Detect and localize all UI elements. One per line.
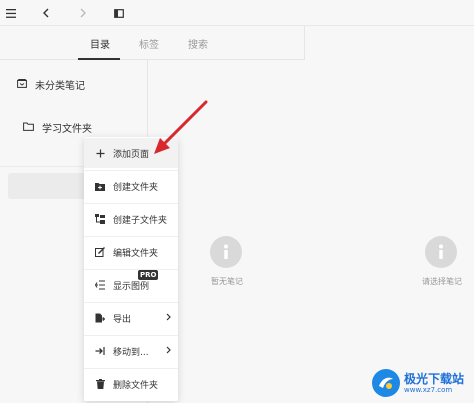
- watermark-logo-icon: [372, 369, 400, 397]
- menu-item-label: 创建文件夹: [113, 182, 159, 193]
- export-icon: [95, 313, 105, 323]
- info-icon: [210, 236, 242, 268]
- inbox-icon: [17, 78, 35, 91]
- top-toolbar: [0, 0, 474, 26]
- trash-icon: [95, 379, 105, 389]
- red-arrow-annotation: [154, 100, 208, 154]
- menu-item-show-legend[interactable]: 显示图例: [84, 270, 178, 300]
- menu-item-label: 导出: [113, 314, 132, 325]
- watermark-title: 极光下载站: [404, 371, 465, 386]
- info-icon: [425, 236, 457, 268]
- back-icon[interactable]: [35, 2, 57, 24]
- forward-icon[interactable]: [72, 2, 94, 24]
- chevron-right-icon: [166, 313, 171, 324]
- watermark: 极光下载站 www.xz7.com: [372, 366, 472, 400]
- pro-badge: PRO: [138, 270, 159, 280]
- tab-catalog[interactable]: 目录: [90, 36, 110, 51]
- edit-icon: [95, 247, 105, 257]
- new-folder-icon: [95, 181, 105, 191]
- menu-item-label: 移动到...: [113, 347, 149, 358]
- menu-item-label: 编辑文件夹: [113, 248, 159, 259]
- tabs-bar: 目录 标签 搜索: [0, 26, 305, 60]
- subfolder-icon: [95, 214, 105, 224]
- uncategorized-notes-item[interactable]: 未分类笔记: [17, 77, 85, 92]
- folder-context-menu: 添加页面 创建文件夹 创建子文件夹 编辑文件夹 显示图例 导出 移动到... 删…: [84, 137, 178, 401]
- tab-search[interactable]: 搜索: [188, 36, 208, 51]
- plus-icon: [95, 148, 105, 158]
- menu-item-create-subfolder[interactable]: 创建子文件夹: [84, 204, 178, 234]
- empty-notes-text: 暂无笔记: [211, 277, 243, 286]
- folder-label: 学习文件夹: [42, 124, 92, 135]
- menu-item-delete-folder[interactable]: 删除文件夹: [84, 369, 178, 399]
- menu-item-edit-folder[interactable]: 编辑文件夹: [84, 237, 178, 267]
- menu-item-label: 显示图例: [113, 281, 150, 292]
- tab-tags[interactable]: 标签: [139, 36, 159, 51]
- uncategorized-notes-label: 未分类笔记: [35, 81, 85, 92]
- legend-icon: [95, 280, 105, 290]
- folder-item-row[interactable]: 学习文件夹: [23, 120, 92, 135]
- watermark-url: www.xz7.com: [404, 385, 453, 394]
- sidebar-toggle-icon[interactable]: [108, 2, 130, 24]
- menu-item-label: 删除文件夹: [113, 380, 159, 391]
- move-icon: [95, 346, 105, 356]
- folder-icon: [23, 122, 42, 134]
- menu-icon[interactable]: [0, 2, 22, 24]
- menu-item-move-to[interactable]: 移动到...: [84, 336, 178, 366]
- chevron-right-icon: [166, 346, 171, 357]
- note-content-pane: 请选择笔记: [305, 26, 474, 403]
- menu-item-label: 添加页面: [113, 149, 150, 160]
- menu-item-label: 创建子文件夹: [113, 215, 168, 226]
- menu-item-create-folder[interactable]: 创建文件夹: [84, 171, 178, 201]
- select-note-text: 请选择笔记: [422, 277, 462, 286]
- menu-item-export[interactable]: 导出: [84, 303, 178, 333]
